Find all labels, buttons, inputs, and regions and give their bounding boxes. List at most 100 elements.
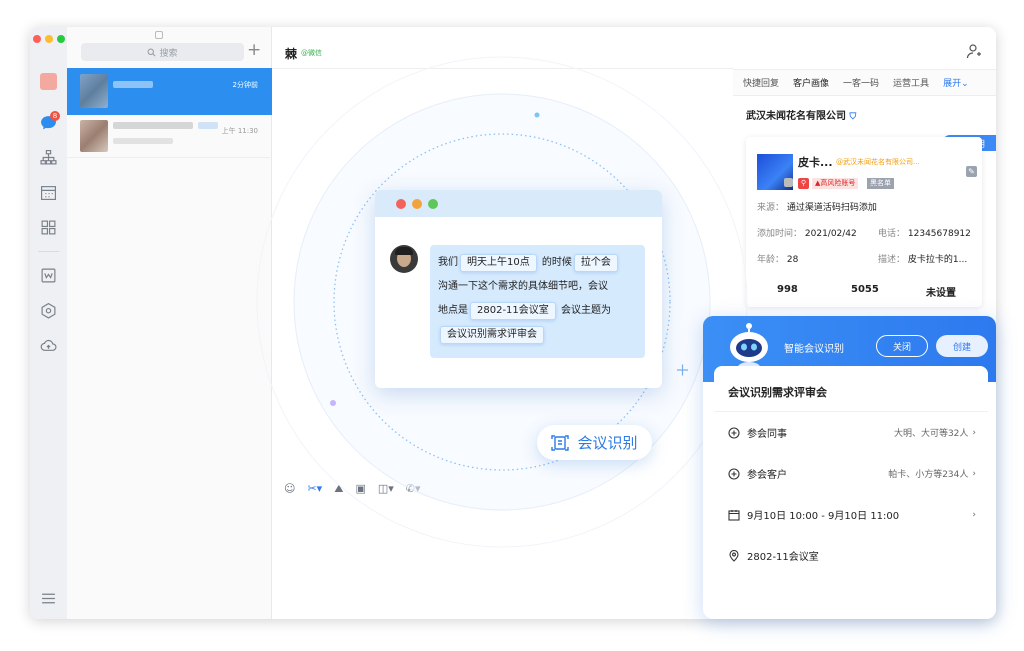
search-icon — [148, 48, 156, 56]
message-text: 地点是 — [438, 305, 468, 316]
cloud-icon[interactable] — [40, 337, 57, 354]
close-window-button[interactable] — [33, 35, 41, 43]
message-window: 我们 明天上午10点 的时候 拉个会 沟通一下这个需求的具体细节吧，会议 地点是 28… — [375, 190, 662, 388]
subject-entity-tag: 会议识别需求评审会 — [440, 326, 544, 344]
customer-company-tag: @武汉未闻花名有限公司... — [836, 158, 920, 166]
avatar[interactable] — [40, 73, 57, 90]
avatar — [80, 120, 108, 152]
tag-blurred — [198, 122, 218, 129]
edit-icon[interactable]: ✎ — [966, 166, 977, 177]
meeting-time: 9月10日 10:00 - 9月10日 11:00 — [747, 511, 900, 522]
stat-value: 5055 — [851, 284, 879, 295]
expand-label: 展开 — [943, 79, 962, 89]
tab-customer-profile[interactable]: 客户画像 — [793, 76, 829, 89]
window-controls — [375, 190, 662, 217]
desc-label: 描述： — [878, 255, 906, 265]
divider — [38, 251, 59, 252]
calendar-icon — [728, 509, 740, 521]
location-pin-icon: ⚲ — [798, 178, 809, 189]
sender-avatar — [390, 245, 418, 273]
document-scan-icon — [551, 434, 570, 451]
meeting-recognition-chip: 会议识别 — [537, 425, 652, 460]
age-row: 年龄： 28 — [757, 252, 798, 265]
colleagues-label: 参会同事 — [747, 429, 787, 440]
contact-name-blurred — [113, 81, 153, 88]
org-chart-icon[interactable] — [40, 149, 57, 166]
robot-icon — [730, 323, 768, 372]
add-button[interactable]: + — [247, 40, 261, 60]
chip-label: 会议识别 — [577, 434, 638, 452]
time-entity-tag: 明天上午10点 — [460, 254, 537, 272]
risk-tag: ▲高风险账号 — [812, 178, 859, 189]
close-button[interactable]: 关闭 — [876, 335, 928, 357]
stat-value: 未设置 — [926, 288, 956, 299]
create-button[interactable]: 创建 — [936, 335, 988, 357]
zoom-dot — [428, 198, 438, 209]
nav-rail: 8 — [30, 27, 67, 619]
source-value: 通过渠道活码扫码添加 — [786, 203, 877, 213]
phone-row: 电话： 12345678912 — [878, 226, 971, 239]
word-icon[interactable]: ▣ — [355, 482, 365, 496]
expand-button[interactable]: 展开⌄ — [943, 76, 969, 89]
tab-customer-code[interactable]: 一客一码 — [843, 76, 879, 89]
list-item-time: 上午 11:30 — [221, 127, 258, 135]
zoom-window-button[interactable] — [57, 35, 65, 43]
company-label: 武汉未闻花名有限公司 — [746, 111, 846, 122]
cube-icon[interactable] — [40, 302, 57, 319]
divider — [714, 411, 988, 412]
message-text: 我们 — [438, 257, 458, 268]
add-circle-icon — [728, 426, 740, 439]
minimize-dot — [412, 198, 422, 209]
customer-name: 皮卡... — [798, 156, 833, 169]
colleagues-row[interactable]: 参会同事 大明、大可等32人 › — [728, 425, 976, 440]
verified-icon: ⛉ — [849, 112, 857, 122]
added-value: 2021/02/42 — [804, 229, 857, 239]
unread-badge: 8 — [50, 111, 60, 121]
apps-grid-icon[interactable] — [40, 219, 57, 236]
phone-icon[interactable]: ✆▾ — [406, 482, 421, 496]
search-input[interactable]: 搜索 — [81, 43, 244, 61]
message-text: 的时候 — [541, 257, 572, 268]
action-entity-tag: 拉个会 — [573, 254, 618, 272]
search-placeholder: 搜索 — [159, 48, 178, 59]
customers-value: 帕卡、小方等234人 — [888, 470, 969, 480]
chat-source: @微信 — [301, 49, 322, 57]
window-controls — [33, 35, 65, 43]
risk-tag-label: 高风险账号 — [820, 179, 856, 187]
meeting-recognition-panel: 智能会议识别 关闭 创建 会议识别需求评审会 参会同事 大明、大可等32人 › 参… — [703, 316, 996, 619]
divider — [272, 68, 733, 69]
location-pin-icon — [728, 549, 740, 562]
location-row[interactable]: 2802-11会议室 — [728, 548, 976, 563]
stat-value: 998 — [777, 284, 798, 295]
minimize-window-button[interactable] — [45, 35, 53, 43]
tab-quick-reply[interactable]: 快捷回复 — [743, 76, 779, 89]
customers-row[interactable]: 参会客户 帕卡、小方等234人 › — [728, 466, 976, 481]
document-icon[interactable] — [40, 267, 57, 284]
company-name: 武汉未闻花名有限公司 ⛉ — [746, 107, 856, 122]
input-toolbar: ☺ ✂▾ ⛰ ▣ ◫▾ ✆▾ — [284, 482, 421, 496]
time-row[interactable]: 9月10日 10:00 - 9月10日 11:00 › — [728, 507, 976, 522]
calendar-icon[interactable] — [40, 184, 57, 201]
contact-name-blurred — [113, 122, 193, 129]
source-row: 来源： 通过渠道活码扫码添加 — [757, 200, 877, 213]
user-icon[interactable] — [966, 43, 982, 59]
meeting-details: 会议识别需求评审会 参会同事 大明、大可等32人 › 参会客户 帕卡、小方等234… — [714, 366, 988, 619]
tab-operations[interactable]: 运营工具 — [893, 76, 929, 89]
chat-title: 棘 — [285, 47, 298, 61]
menu-icon[interactable] — [40, 590, 57, 607]
list-item-time: 2分钟前 — [232, 81, 258, 89]
emoji-icon[interactable]: ☺ — [284, 482, 295, 496]
meeting-location: 2802-11会议室 — [747, 552, 819, 563]
list-item[interactable]: 2分钟前 — [67, 68, 272, 115]
chevron-right-icon: › — [972, 509, 976, 520]
blacklist-tag: 黑名单 — [867, 178, 894, 189]
colleagues-value: 大明、大可等32人 — [893, 429, 969, 439]
scissors-icon[interactable]: ✂▾ — [307, 482, 322, 496]
list-item[interactable]: 上午 11:30 — [67, 116, 272, 158]
collapse-icon[interactable] — [155, 31, 163, 39]
avatar — [80, 74, 108, 108]
screenshot-icon[interactable]: ◫▾ — [378, 482, 394, 496]
message-preview-blurred — [113, 138, 173, 144]
source-label: 来源： — [757, 203, 785, 213]
image-icon[interactable]: ⛰ — [334, 482, 343, 496]
